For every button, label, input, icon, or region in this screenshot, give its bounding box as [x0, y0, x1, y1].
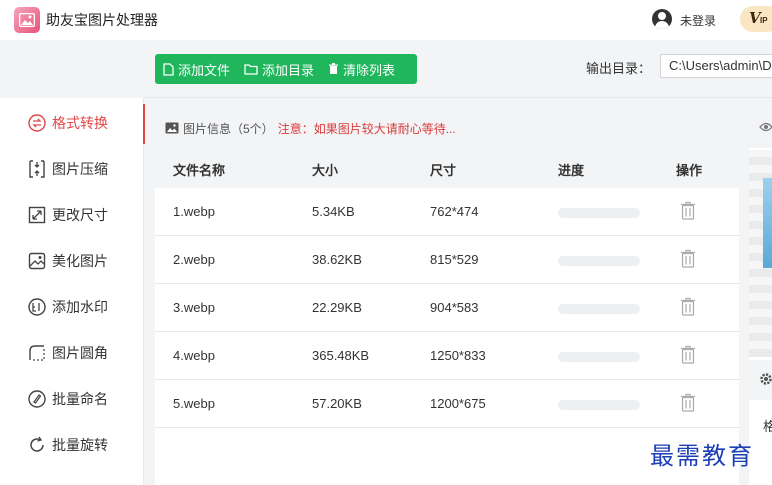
- table-row[interactable]: 4.webp 365.48KB 1250*833: [155, 332, 739, 380]
- vip-label: V: [749, 9, 761, 27]
- output-dir-field[interactable]: C:\Users\admin\D: [660, 54, 772, 78]
- sidebar-item-beautify[interactable]: 美化图片: [0, 238, 144, 284]
- col-size: 大小: [312, 163, 339, 178]
- col-filename: 文件名称: [173, 163, 226, 178]
- file-size: 365.48KB: [312, 348, 370, 363]
- table-row[interactable]: 1.webp 5.34KB 762*474: [155, 188, 739, 236]
- file-name: 2.webp: [173, 252, 215, 267]
- clear-list-label: 清除列表: [343, 62, 396, 78]
- sidebar-item-rename[interactable]: 批量命名: [0, 376, 144, 422]
- table-row[interactable]: 2.webp 38.62KB 815*529: [155, 236, 739, 284]
- sidebar-item-label: 批量命名: [52, 391, 108, 407]
- file-dimensions: 815*529: [430, 252, 479, 267]
- file-size: 38.62KB: [312, 252, 362, 267]
- sidebar-item-watermark[interactable]: 添加水印: [0, 284, 144, 330]
- image-info-label: 图片信息（5个）: [183, 121, 274, 136]
- file-name: 4.webp: [173, 348, 215, 363]
- format-convert-icon: [27, 113, 47, 133]
- trash-icon: [329, 63, 339, 74]
- file-action-group: 添加文件 添加目录 清除列表: [155, 54, 417, 84]
- table-row[interactable]: 3.webp 22.29KB 904*583: [155, 284, 739, 332]
- file-size: 5.34KB: [312, 204, 355, 219]
- file-dimensions: 904*583: [430, 300, 479, 315]
- progress-bar: [558, 400, 640, 410]
- user-avatar-icon[interactable]: [652, 9, 672, 29]
- table-row[interactable]: 5.webp 57.20KB 1200*675: [155, 380, 739, 428]
- app-title: 助友宝图片处理器: [46, 12, 158, 28]
- file-size: 57.20KB: [312, 396, 362, 411]
- output-dir-label: 输出目录：: [586, 61, 652, 76]
- preview-panel: 格: [749, 108, 772, 485]
- file-icon: [163, 62, 174, 76]
- sidebar-item-label: 图片圆角: [52, 345, 108, 361]
- col-progress: 进度: [558, 163, 585, 178]
- file-name: 5.webp: [173, 396, 215, 411]
- format-label: 格: [763, 419, 772, 434]
- sidebar-item-label: 格式转换: [52, 115, 108, 131]
- table-header: 文件名称 大小 尺寸 进度 操作: [155, 148, 739, 188]
- resize-icon: [27, 205, 47, 225]
- progress-bar: [558, 256, 640, 266]
- image-icon: [165, 122, 179, 134]
- sidebar-item-label: 图片压缩: [52, 161, 108, 177]
- add-file-label: 添加文件: [178, 62, 231, 78]
- panel-header: 图片信息（5个） 注意：如果图片较大请耐心等待...: [155, 108, 739, 148]
- delete-icon[interactable]: [680, 201, 696, 220]
- title-bar: 助友宝图片处理器 未登录 V IP: [0, 0, 772, 40]
- file-size: 22.29KB: [312, 300, 362, 315]
- toolbar: 添加文件 添加目录 清除列表 输出目录： C:\Users\admin\D: [144, 40, 772, 98]
- preview-image: [749, 150, 772, 357]
- sidebar-item-label: 批量旋转: [52, 437, 108, 453]
- file-name: 3.webp: [173, 300, 215, 315]
- round-corner-icon: [27, 343, 47, 363]
- file-name: 1.webp: [173, 204, 215, 219]
- notice-text: 注意：如果图片较大请耐心等待...: [277, 121, 456, 136]
- gear-icon: [760, 373, 772, 385]
- rename-icon: [27, 389, 47, 409]
- sidebar-item-label: 添加水印: [52, 299, 108, 315]
- sidebar-item-round-corner[interactable]: 图片圆角: [0, 330, 144, 376]
- rotate-icon: [27, 435, 47, 455]
- app-logo-icon: [14, 7, 40, 33]
- sidebar-item-compress[interactable]: 图片压缩: [0, 146, 144, 192]
- file-dimensions: 1200*675: [430, 396, 486, 411]
- delete-icon[interactable]: [680, 345, 696, 364]
- col-dimensions: 尺寸: [430, 163, 457, 178]
- delete-icon[interactable]: [680, 393, 696, 412]
- sidebar-item-rotate[interactable]: 批量旋转: [0, 422, 144, 468]
- login-status[interactable]: 未登录: [680, 12, 716, 29]
- eye-icon: [759, 122, 772, 132]
- file-dimensions: 762*474: [430, 204, 479, 219]
- progress-bar: [558, 304, 640, 314]
- beautify-icon: [27, 251, 47, 271]
- col-actions: 操作: [676, 163, 703, 178]
- add-dir-label: 添加目录: [262, 62, 315, 78]
- preview-header: [749, 108, 772, 148]
- progress-bar: [558, 352, 640, 362]
- sidebar-item-resize[interactable]: 更改尺寸: [0, 192, 144, 238]
- clear-list-button[interactable]: 清除列表: [328, 60, 395, 79]
- delete-icon[interactable]: [680, 249, 696, 268]
- vip-badge[interactable]: V IP: [740, 6, 772, 32]
- watermark-text: 最需教育: [650, 442, 754, 470]
- sidebar-item-label: 更改尺寸: [52, 207, 108, 223]
- folder-icon: [244, 64, 258, 75]
- sidebar-item-label: 美化图片: [52, 253, 108, 269]
- watermark-icon: [27, 297, 47, 317]
- progress-bar: [558, 208, 640, 218]
- add-file-button[interactable]: 添加文件: [163, 60, 230, 79]
- sidebar: 格式转换 图片压缩 更改尺寸 美化图片 添加水印 图片圆角 批量命名 批量旋转: [0, 98, 145, 485]
- file-dimensions: 1250*833: [430, 348, 486, 363]
- vip-sub-label: IP: [760, 16, 768, 25]
- image-list-panel: 图片信息（5个） 注意：如果图片较大请耐心等待... 文件名称 大小 尺寸 进度…: [155, 108, 739, 485]
- add-dir-button[interactable]: 添加目录: [244, 60, 314, 79]
- sidebar-item-format-convert[interactable]: 格式转换: [0, 100, 145, 146]
- compress-icon: [27, 159, 47, 179]
- delete-icon[interactable]: [680, 297, 696, 316]
